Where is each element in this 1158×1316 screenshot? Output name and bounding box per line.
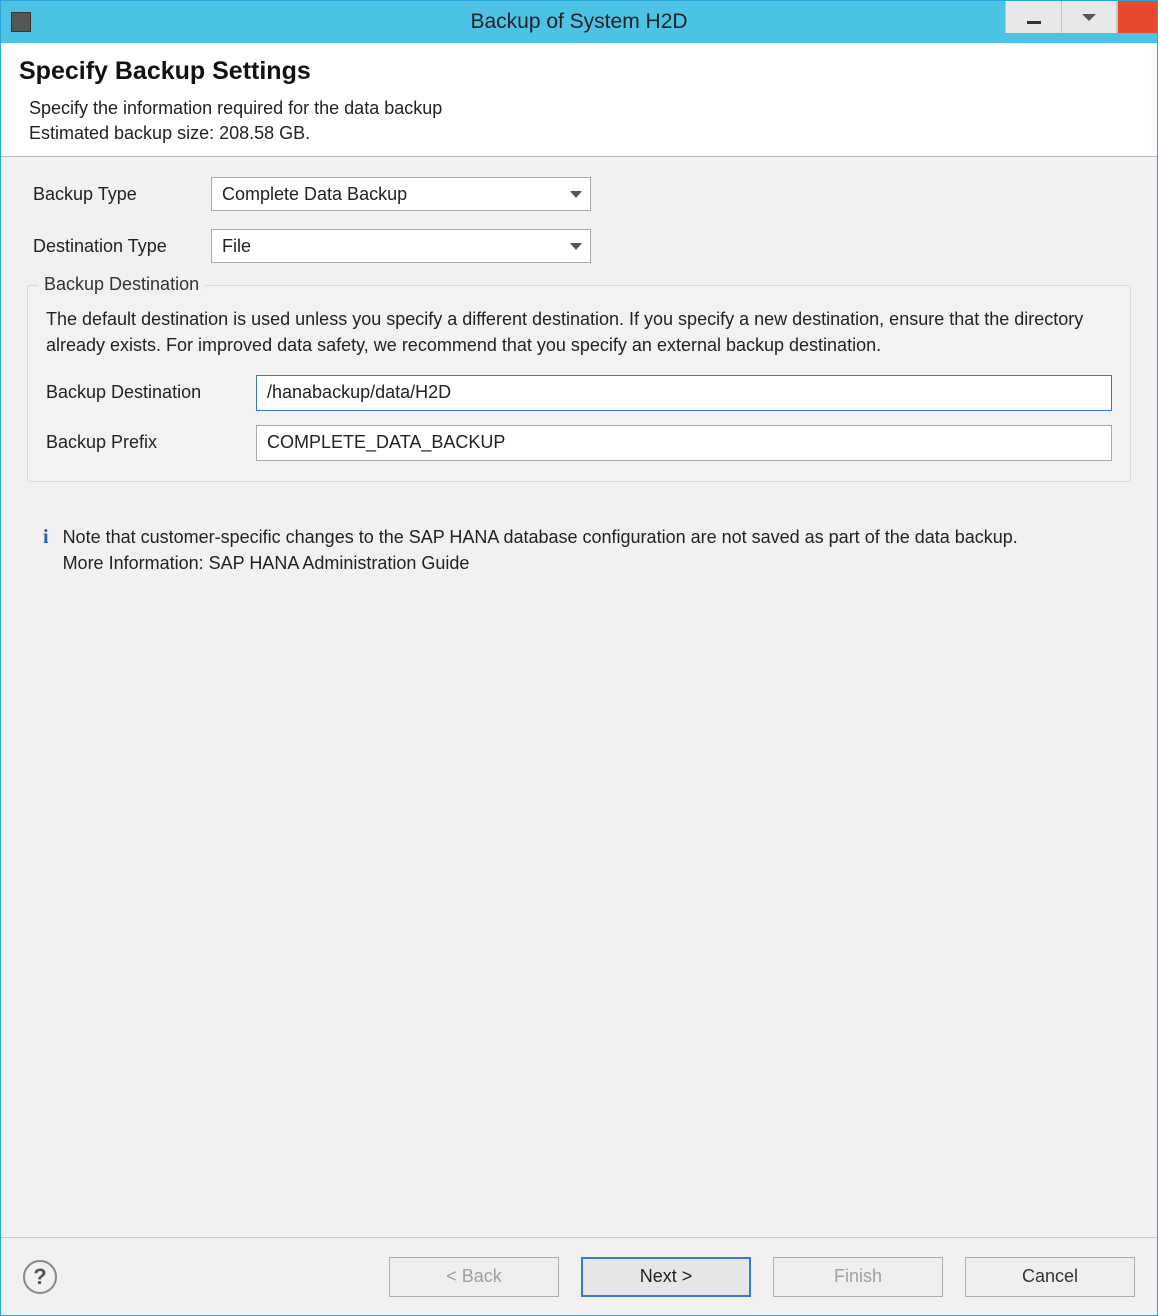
chevron-down-icon xyxy=(570,191,582,198)
destination-type-row: Destination Type File xyxy=(21,229,1137,263)
info-icon: i xyxy=(43,524,49,576)
page-subtitle: Specify the information required for the… xyxy=(19,96,1139,146)
minimize-button[interactable] xyxy=(1005,1,1061,33)
backup-destination-input[interactable] xyxy=(256,375,1112,411)
help-button[interactable]: ? xyxy=(23,1260,57,1294)
page-subtitle-line1: Specify the information required for the… xyxy=(29,96,1139,121)
app-icon xyxy=(11,12,31,32)
dropdown-button[interactable] xyxy=(1061,1,1117,33)
chevron-down-icon xyxy=(1082,14,1096,21)
page-header: Specify Backup Settings Specify the info… xyxy=(1,43,1157,157)
backup-destination-row: Backup Destination xyxy=(46,375,1112,411)
info-line1: Note that customer-specific changes to t… xyxy=(63,524,1018,550)
next-button[interactable]: Next > xyxy=(581,1257,751,1297)
backup-type-value: Complete Data Backup xyxy=(222,184,407,205)
backup-prefix-input[interactable] xyxy=(256,425,1112,461)
close-button[interactable] xyxy=(1117,1,1157,33)
fieldset-description: The default destination is used unless y… xyxy=(46,306,1112,358)
backup-destination-label: Backup Destination xyxy=(46,382,256,403)
page-subtitle-line2: Estimated backup size: 208.58 GB. xyxy=(29,121,1139,146)
destination-type-value: File xyxy=(222,236,251,257)
backup-prefix-row: Backup Prefix xyxy=(46,425,1112,461)
info-note: i Note that customer-specific changes to… xyxy=(43,524,1121,576)
content-area: Backup Type Complete Data Backup Destina… xyxy=(1,157,1157,1237)
info-text: Note that customer-specific changes to t… xyxy=(63,524,1018,576)
backup-type-row: Backup Type Complete Data Backup xyxy=(21,177,1137,211)
backup-destination-fieldset: Backup Destination The default destinati… xyxy=(27,285,1131,481)
finish-button[interactable]: Finish xyxy=(773,1257,943,1297)
destination-type-label: Destination Type xyxy=(21,236,211,257)
window-controls xyxy=(1005,1,1157,33)
chevron-down-icon xyxy=(570,243,582,250)
backup-type-label: Backup Type xyxy=(21,184,211,205)
window-title: Backup of System H2D xyxy=(470,10,687,34)
fieldset-legend: Backup Destination xyxy=(38,274,205,295)
page-title: Specify Backup Settings xyxy=(19,57,1139,86)
backup-prefix-label: Backup Prefix xyxy=(46,432,256,453)
button-bar: ? < Back Next > Finish Cancel xyxy=(1,1237,1157,1315)
backup-wizard-window: Backup of System H2D Specify Backup Sett… xyxy=(0,0,1158,1316)
backup-type-select[interactable]: Complete Data Backup xyxy=(211,177,591,211)
destination-type-select[interactable]: File xyxy=(211,229,591,263)
minimize-icon xyxy=(1027,21,1041,24)
info-line2: More Information: SAP HANA Administratio… xyxy=(63,550,1018,576)
back-button[interactable]: < Back xyxy=(389,1257,559,1297)
help-icon: ? xyxy=(33,1264,46,1290)
cancel-button[interactable]: Cancel xyxy=(965,1257,1135,1297)
titlebar: Backup of System H2D xyxy=(1,1,1157,43)
